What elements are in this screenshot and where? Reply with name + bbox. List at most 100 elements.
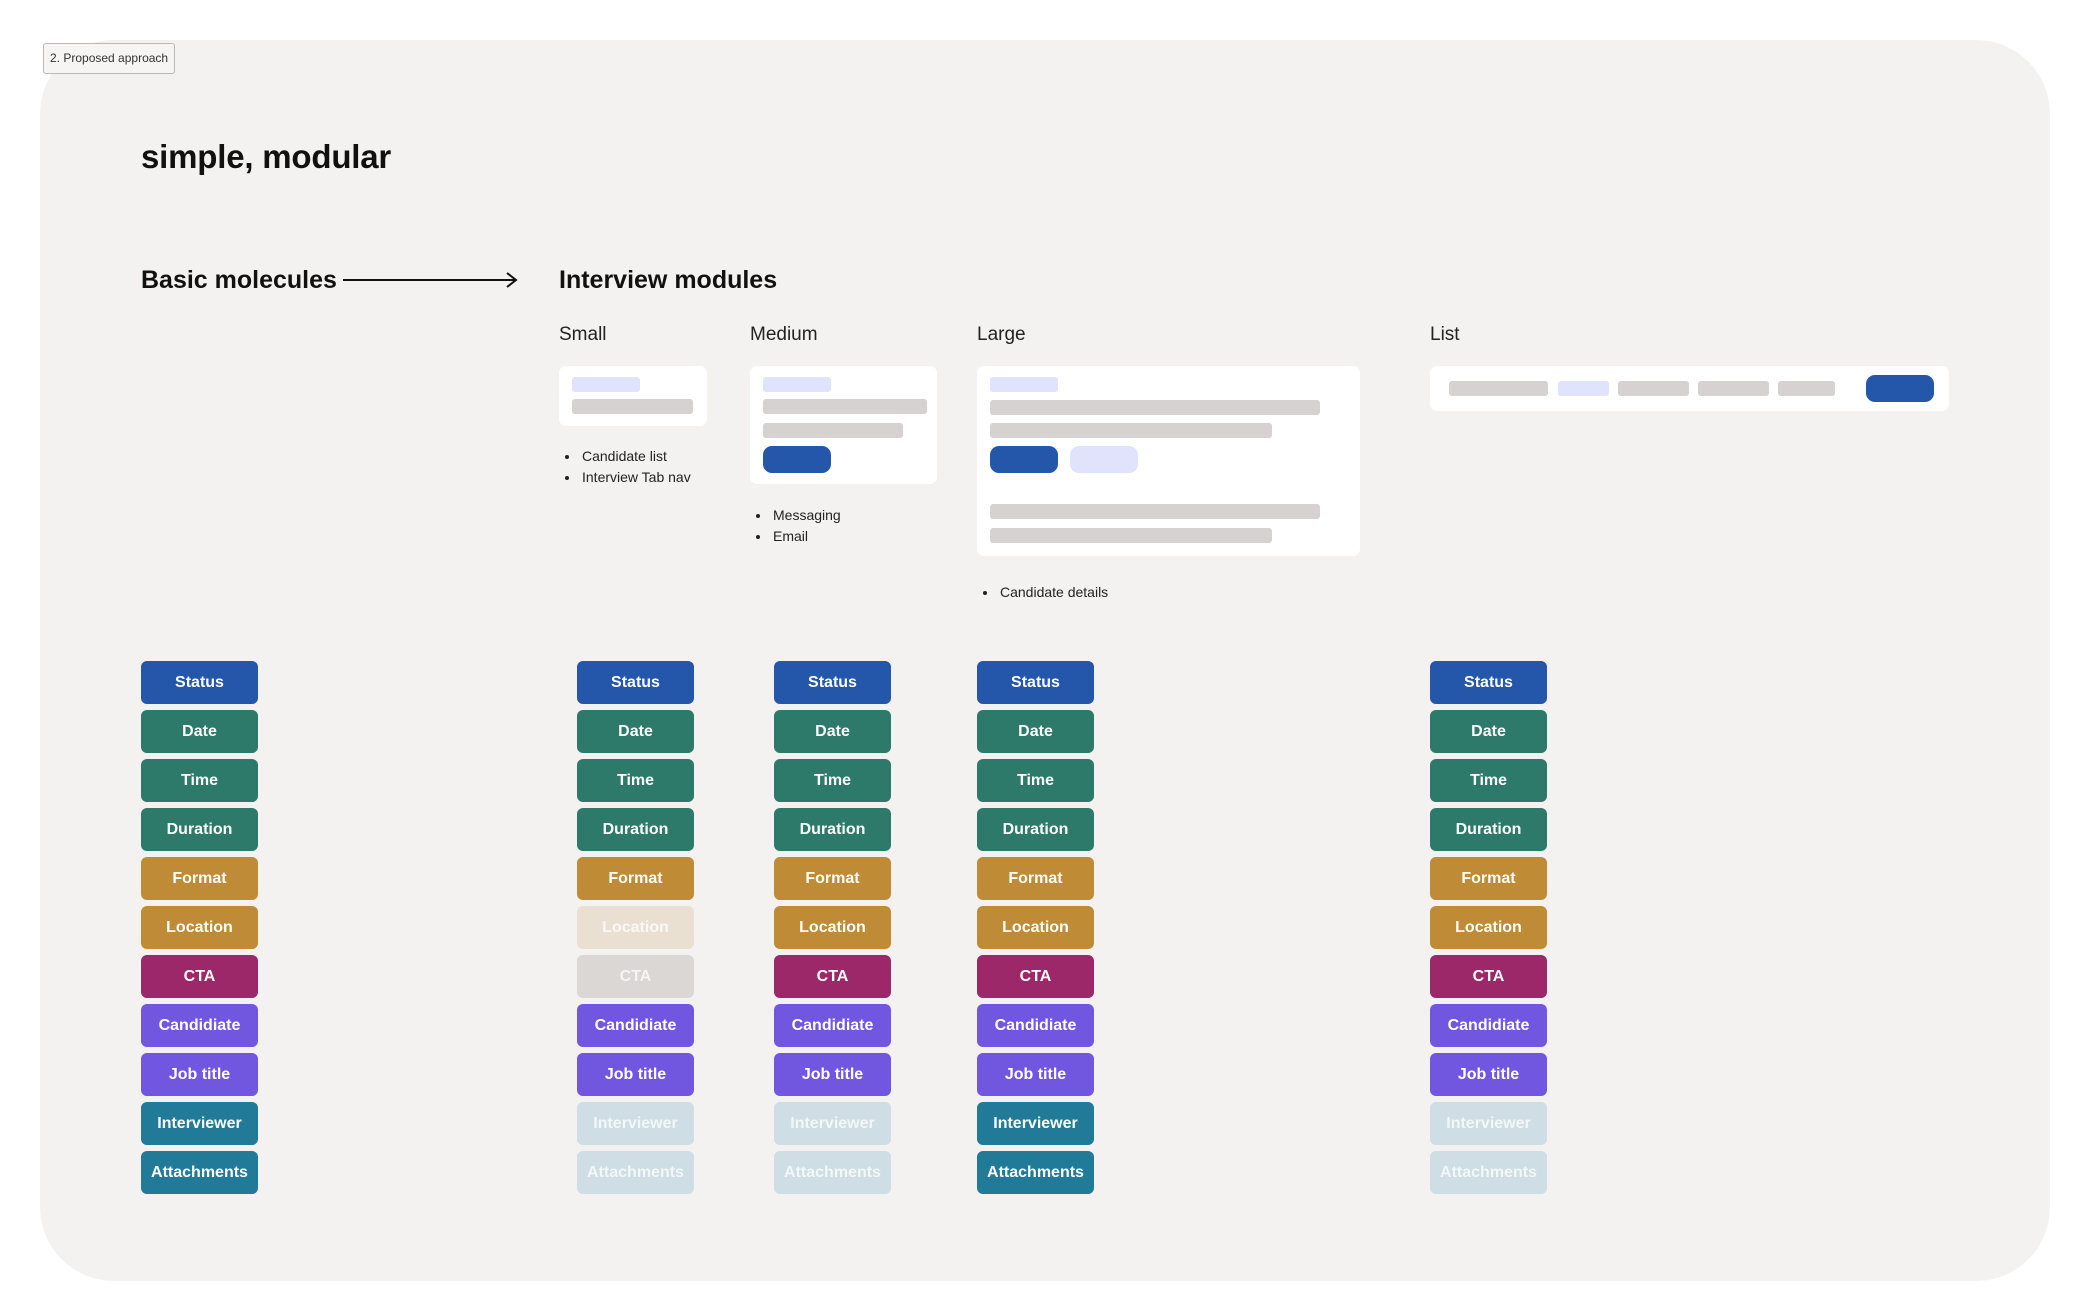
basic-molecules-heading: Basic molecules [141, 266, 337, 294]
molecule-chip-date[interactable]: Date [141, 710, 258, 753]
molecule-chip-location[interactable]: Location [977, 906, 1094, 949]
placeholder-text-bar [1778, 381, 1835, 396]
molecule-chip-interviewer[interactable]: Interviewer [577, 1102, 694, 1145]
molecule-chip-date[interactable]: Date [1430, 710, 1547, 753]
list-item: Email [771, 526, 841, 547]
molecule-chip-status[interactable]: Status [577, 661, 694, 704]
molecule-chip-duration[interactable]: Duration [774, 808, 891, 851]
molecule-chip-cta[interactable]: CTA [977, 955, 1094, 998]
placeholder-text-bar [990, 528, 1272, 543]
list-item: Messaging [771, 505, 841, 526]
molecule-chip-date[interactable]: Date [774, 710, 891, 753]
interview-modules-heading: Interview modules [559, 266, 778, 294]
molecule-chip-time[interactable]: Time [977, 759, 1094, 802]
molecule-chip-format[interactable]: Format [1430, 857, 1547, 900]
molecule-chip-location[interactable]: Location [141, 906, 258, 949]
placeholder-text-bar [1698, 381, 1769, 396]
placeholder-title-bar [572, 377, 640, 392]
molecule-chip-duration[interactable]: Duration [141, 808, 258, 851]
molecule-chip-format[interactable]: Format [774, 857, 891, 900]
module-label-small: Small [559, 324, 607, 345]
molecule-column-basic: Status Date Time Duration Format Location CTA C… [141, 661, 258, 1200]
molecule-chip-interviewer[interactable]: Interviewer [774, 1102, 891, 1145]
module-card-large[interactable] [977, 366, 1360, 556]
molecule-chip-attachments[interactable]: Attachments [977, 1151, 1094, 1194]
molecule-chip-time[interactable]: Time [577, 759, 694, 802]
molecule-column-large: Status Date Time Duration Format Location CTA C… [977, 661, 1094, 1200]
placeholder-title-bar [1558, 381, 1609, 396]
molecule-chip-duration[interactable]: Duration [1430, 808, 1547, 851]
placeholder-button [990, 446, 1058, 473]
module-card-list[interactable] [1430, 366, 1949, 411]
placeholder-text-bar [572, 399, 693, 414]
placeholder-text-bar [763, 399, 927, 414]
molecule-chip-attachments[interactable]: Attachments [774, 1151, 891, 1194]
molecule-chip-attachments[interactable]: Attachments [141, 1151, 258, 1194]
module-label-medium: Medium [750, 324, 818, 345]
placeholder-secondary-button [1070, 446, 1138, 473]
molecule-chip-candidiate[interactable]: Candidiate [774, 1004, 891, 1047]
molecule-chip-job-title[interactable]: Job title [977, 1053, 1094, 1096]
placeholder-text-bar [990, 400, 1320, 415]
molecule-chip-date[interactable]: Date [977, 710, 1094, 753]
molecule-chip-candidiate[interactable]: Candidiate [1430, 1004, 1547, 1047]
molecule-chip-candidiate[interactable]: Candidiate [577, 1004, 694, 1047]
module-label-list: List [1430, 324, 1460, 345]
molecule-chip-interviewer[interactable]: Interviewer [977, 1102, 1094, 1145]
molecule-chip-format[interactable]: Format [141, 857, 258, 900]
placeholder-text-bar [1618, 381, 1689, 396]
molecule-chip-attachments[interactable]: Attachments [577, 1151, 694, 1194]
molecule-chip-time[interactable]: Time [1430, 759, 1547, 802]
small-usage-list: Candidate list Interview Tab nav [560, 446, 691, 488]
module-label-large: Large [977, 324, 1026, 345]
molecule-chip-status[interactable]: Status [977, 661, 1094, 704]
module-card-medium[interactable] [750, 366, 937, 484]
molecule-chip-duration[interactable]: Duration [577, 808, 694, 851]
molecule-chip-candidiate[interactable]: Candidiate [977, 1004, 1094, 1047]
page-title: simple, modular [141, 138, 392, 175]
placeholder-button [1866, 375, 1934, 402]
molecule-column-list: Status Date Time Duration Format Location CTA C… [1430, 661, 1547, 1200]
molecule-chip-interviewer[interactable]: Interviewer [141, 1102, 258, 1145]
molecule-chip-time[interactable]: Time [774, 759, 891, 802]
molecule-chip-attachments[interactable]: Attachments [1430, 1151, 1547, 1194]
molecule-chip-location[interactable]: Location [1430, 906, 1547, 949]
placeholder-text-bar [1449, 381, 1548, 396]
molecule-chip-cta[interactable]: CTA [577, 955, 694, 998]
placeholder-text-bar [763, 423, 903, 438]
molecule-chip-job-title[interactable]: Job title [141, 1053, 258, 1096]
molecule-chip-status[interactable]: Status [141, 661, 258, 704]
molecule-chip-interviewer[interactable]: Interviewer [1430, 1102, 1547, 1145]
placeholder-text-bar [990, 423, 1272, 438]
molecule-chip-job-title[interactable]: Job title [577, 1053, 694, 1096]
molecule-chip-job-title[interactable]: Job title [1430, 1053, 1547, 1096]
placeholder-title-bar [990, 377, 1058, 392]
molecule-chip-cta[interactable]: CTA [141, 955, 258, 998]
molecule-chip-location[interactable]: Location [577, 906, 694, 949]
molecule-chip-duration[interactable]: Duration [977, 808, 1094, 851]
molecule-chip-time[interactable]: Time [141, 759, 258, 802]
molecule-chip-location[interactable]: Location [774, 906, 891, 949]
list-item: Interview Tab nav [580, 467, 691, 488]
placeholder-text-bar [990, 504, 1320, 519]
placeholder-title-bar [763, 377, 831, 392]
placeholder-button [763, 446, 831, 473]
frame-label[interactable]: 2. Proposed approach [43, 43, 176, 74]
molecule-column-medium: Status Date Time Duration Format Location CTA C… [774, 661, 891, 1200]
molecule-chip-status[interactable]: Status [774, 661, 891, 704]
molecule-chip-cta[interactable]: CTA [774, 955, 891, 998]
molecule-chip-cta[interactable]: CTA [1430, 955, 1547, 998]
medium-usage-list: Messaging Email [751, 505, 841, 547]
molecule-chip-job-title[interactable]: Job title [774, 1053, 891, 1096]
molecule-chip-status[interactable]: Status [1430, 661, 1547, 704]
arrow-right-icon [343, 272, 518, 288]
module-card-small[interactable] [559, 366, 707, 426]
molecule-chip-candidiate[interactable]: Candidiate [141, 1004, 258, 1047]
molecule-chip-date[interactable]: Date [577, 710, 694, 753]
molecule-chip-format[interactable]: Format [977, 857, 1094, 900]
list-item: Candidate details [998, 582, 1108, 603]
large-usage-list: Candidate details [978, 582, 1108, 603]
list-item: Candidate list [580, 446, 691, 467]
molecule-chip-format[interactable]: Format [577, 857, 694, 900]
molecule-column-small: Status Date Time Duration Format Location CTA C… [577, 661, 694, 1200]
